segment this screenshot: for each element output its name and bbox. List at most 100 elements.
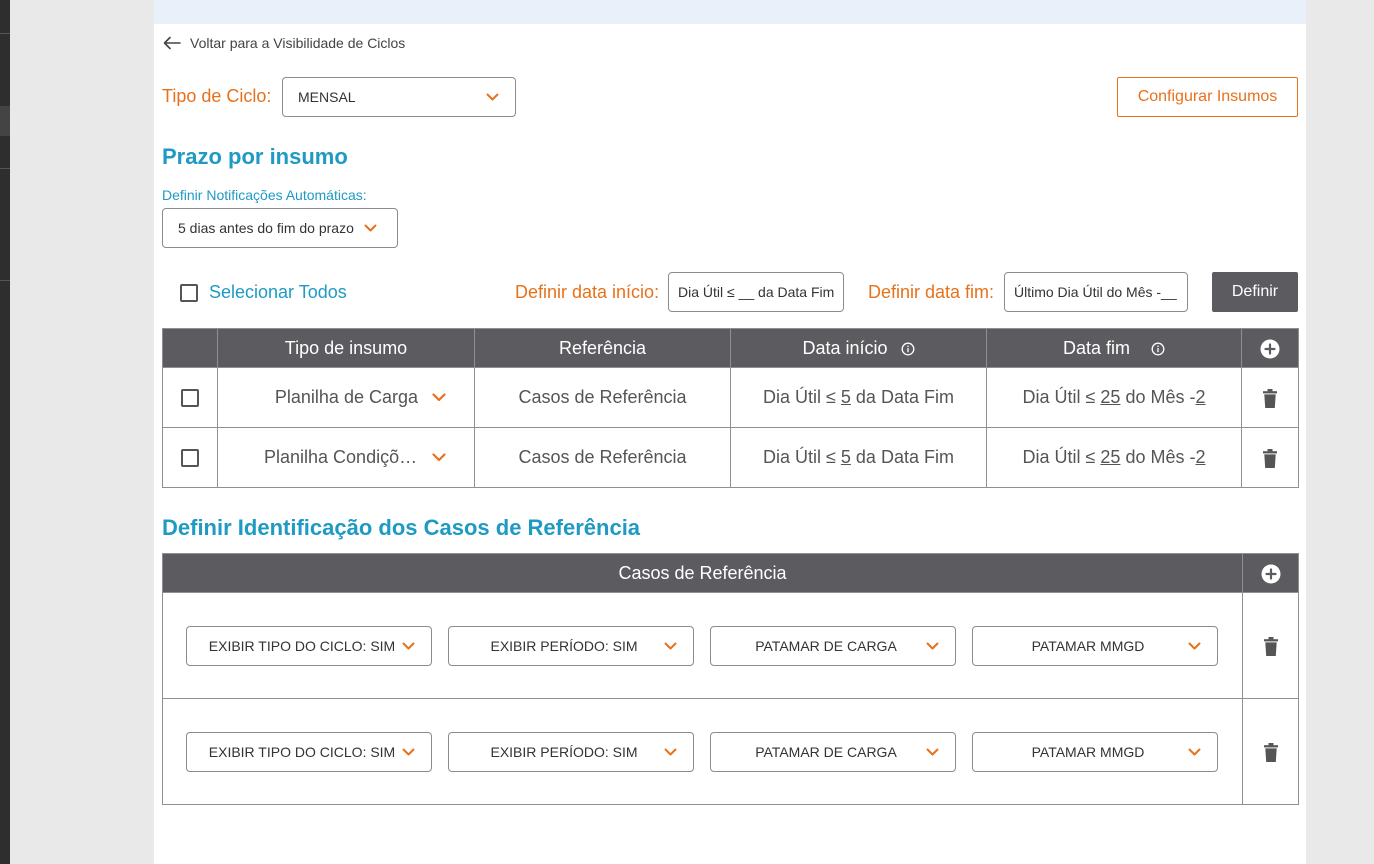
- load-level-select[interactable]: PATAMAR DE CARGA: [710, 732, 956, 772]
- select-all-checkbox[interactable]: [180, 284, 198, 302]
- tipo-select[interactable]: Planilha Condições de Contorno: [218, 447, 474, 468]
- tipo-value: Planilha Condições de Contorno: [264, 447, 418, 468]
- data-fim-cell[interactable]: Dia Útil ≤ 25 do Mês -2: [987, 428, 1242, 488]
- show-period-select[interactable]: EXIBIR PERÍODO: SIM: [448, 626, 694, 666]
- info-icon[interactable]: [901, 342, 915, 356]
- select-all-label[interactable]: Selecionar Todos: [209, 282, 347, 303]
- cycle-type-value: MENSAL: [298, 89, 486, 105]
- select-value: EXIBIR TIPO DO CICLO: SIM: [202, 744, 402, 760]
- chevron-down-icon: [486, 93, 499, 101]
- reference-selects: EXIBIR TIPO DO CICLO: SIM EXIBIR PERÍODO…: [163, 626, 1242, 666]
- info-icon[interactable]: [1151, 342, 1165, 356]
- right-background: [1306, 0, 1374, 864]
- table-row: Planilha Condições de Contorno Casos de …: [163, 428, 1299, 488]
- cycle-type-label: Tipo de Ciclo:: [162, 86, 271, 107]
- tipo-cell[interactable]: Planilha Condições de Contorno: [218, 428, 475, 488]
- fim-day-number[interactable]: 25: [1100, 447, 1120, 467]
- arrow-left-icon: [163, 36, 181, 50]
- tipo-cell[interactable]: Planilha de Carga: [218, 368, 475, 428]
- chevron-down-icon: [402, 748, 415, 756]
- plus-circle-icon[interactable]: [1261, 564, 1281, 584]
- top-band: [154, 0, 1306, 24]
- tipo-value: Planilha de Carga: [275, 387, 418, 408]
- select-value: EXIBIR PERÍODO: SIM: [464, 744, 664, 760]
- define-button[interactable]: Definir: [1212, 272, 1298, 312]
- select-value: EXIBIR TIPO DO CICLO: SIM: [202, 638, 402, 654]
- fim-day-number[interactable]: 25: [1100, 387, 1120, 407]
- table-row: Planilha de Carga Casos de Referência Di…: [163, 368, 1299, 428]
- select-all[interactable]: Selecionar Todos: [180, 282, 347, 303]
- reference-table: Casos de Referência EXIBIR TIPO DO CICLO…: [162, 553, 1299, 805]
- header-tipo: Tipo de insumo: [218, 329, 475, 368]
- define-end-input[interactable]: Último Dia Útil do Mês -__: [1004, 272, 1188, 312]
- fim-month-number[interactable]: 2: [1195, 387, 1205, 407]
- chevron-down-icon: [1188, 642, 1201, 650]
- row-select-cell: [163, 428, 218, 488]
- back-link[interactable]: Voltar para a Visibilidade de Ciclos: [163, 33, 405, 53]
- define-start-input[interactable]: Dia Útil ≤ __ da Data Fim: [668, 272, 844, 312]
- back-link-label: Voltar para a Visibilidade de Ciclos: [190, 35, 405, 51]
- data-inicio-cell[interactable]: Dia Útil ≤ 5 da Data Fim: [731, 428, 987, 488]
- define-end-label: Definir data fim:: [868, 282, 994, 303]
- header-add: [1243, 554, 1299, 593]
- inicio-prefix: Dia Útil ≤: [763, 447, 841, 467]
- fim-prefix: Dia Útil ≤: [1023, 387, 1101, 407]
- show-cycle-type-select[interactable]: EXIBIR TIPO DO CICLO: SIM: [186, 626, 432, 666]
- data-inicio-cell[interactable]: Dia Útil ≤ 5 da Data Fim: [731, 368, 987, 428]
- fim-middle: do Mês -: [1120, 447, 1195, 467]
- reference-selects: EXIBIR TIPO DO CICLO: SIM EXIBIR PERÍODO…: [163, 732, 1242, 772]
- delete-cell: [1242, 368, 1299, 428]
- inicio-number[interactable]: 5: [841, 447, 851, 467]
- row-checkbox[interactable]: [181, 449, 199, 467]
- fim-prefix: Dia Útil ≤: [1023, 447, 1101, 467]
- select-value: PATAMAR DE CARGA: [726, 744, 926, 760]
- delete-cell: [1242, 428, 1299, 488]
- main-panel: Voltar para a Visibilidade de Ciclos Tip…: [154, 0, 1306, 864]
- header-data-inicio-label: Data início: [802, 338, 887, 358]
- chevron-down-icon: [364, 224, 377, 232]
- left-sidebar-edge: [0, 0, 10, 864]
- deadline-section-title: Prazo por insumo: [162, 144, 348, 170]
- trash-icon[interactable]: [1264, 743, 1278, 762]
- mmgd-level-select[interactable]: PATAMAR MMGD: [972, 626, 1218, 666]
- trash-icon[interactable]: [1263, 449, 1277, 468]
- plus-circle-icon[interactable]: [1260, 339, 1280, 359]
- reference-selects-cell: EXIBIR TIPO DO CICLO: SIM EXIBIR PERÍODO…: [163, 593, 1243, 699]
- show-period-select[interactable]: EXIBIR PERÍODO: SIM: [448, 732, 694, 772]
- cycle-type-select[interactable]: MENSAL: [282, 77, 516, 117]
- chevron-down-icon[interactable]: [432, 393, 446, 402]
- load-level-select[interactable]: PATAMAR DE CARGA: [710, 626, 956, 666]
- define-start-label: Definir data início:: [515, 282, 659, 303]
- trash-icon[interactable]: [1263, 389, 1277, 408]
- inicio-number[interactable]: 5: [841, 387, 851, 407]
- select-value: EXIBIR PERÍODO: SIM: [464, 638, 664, 654]
- notification-select[interactable]: 5 dias antes do fim do prazo: [162, 208, 398, 248]
- header-data-fim-label: Data fim: [1063, 338, 1130, 358]
- inicio-suffix: da Data Fim: [851, 447, 954, 467]
- fim-month-number[interactable]: 2: [1195, 447, 1205, 467]
- notification-value: 5 dias antes do fim do prazo: [178, 220, 364, 236]
- select-value: PATAMAR MMGD: [988, 638, 1188, 654]
- show-cycle-type-select[interactable]: EXIBIR TIPO DO CICLO: SIM: [186, 732, 432, 772]
- tipo-select[interactable]: Planilha de Carga: [218, 387, 474, 408]
- inputs-table-header: Tipo de insumo Referência Data início Da…: [163, 329, 1299, 368]
- row-checkbox[interactable]: [181, 389, 199, 407]
- chevron-down-icon: [664, 642, 677, 650]
- header-select: [163, 329, 218, 368]
- trash-icon[interactable]: [1264, 637, 1278, 656]
- reference-selects-cell: EXIBIR TIPO DO CICLO: SIM EXIBIR PERÍODO…: [163, 699, 1243, 805]
- table-row: EXIBIR TIPO DO CICLO: SIM EXIBIR PERÍODO…: [163, 593, 1299, 699]
- select-value: PATAMAR MMGD: [988, 744, 1188, 760]
- inicio-prefix: Dia Útil ≤: [763, 387, 841, 407]
- chevron-down-icon[interactable]: [432, 453, 446, 462]
- notification-label: Definir Notificações Automáticas:: [162, 187, 367, 203]
- select-value: PATAMAR DE CARGA: [726, 638, 926, 654]
- reference-table-header: Casos de Referência: [163, 554, 1299, 593]
- configure-inputs-button[interactable]: Configurar Insumos: [1117, 77, 1298, 117]
- chevron-down-icon: [926, 642, 939, 650]
- referencia-cell: Casos de Referência: [475, 368, 731, 428]
- delete-cell: [1243, 699, 1299, 805]
- mmgd-level-select[interactable]: PATAMAR MMGD: [972, 732, 1218, 772]
- data-fim-cell[interactable]: Dia Útil ≤ 25 do Mês -2: [987, 368, 1242, 428]
- header-casos: Casos de Referência: [163, 554, 1243, 593]
